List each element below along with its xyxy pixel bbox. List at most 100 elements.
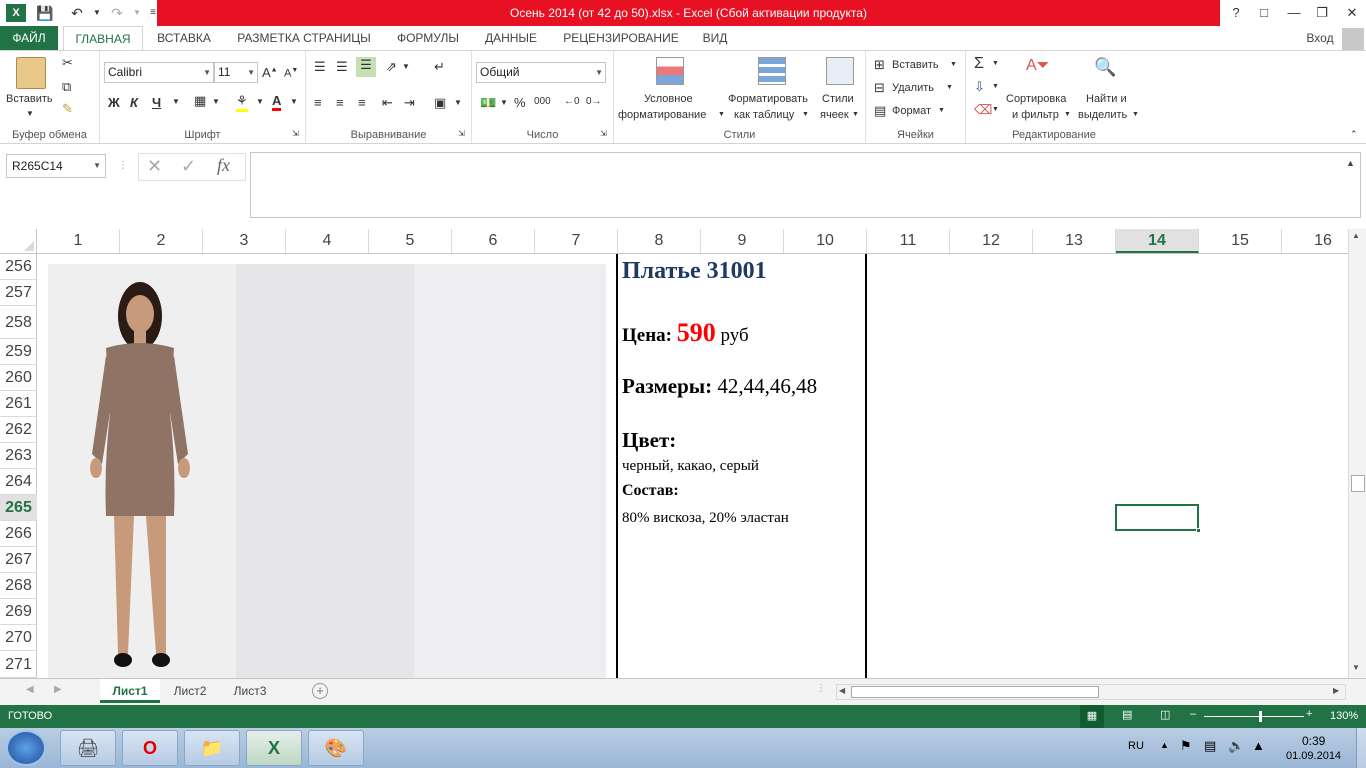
column-header-11[interactable]: 11 — [867, 229, 950, 253]
fill-dropdown-icon[interactable]: ▼ — [992, 83, 999, 90]
tray-expand-icon[interactable]: ▲ — [1160, 740, 1169, 750]
column-header-8[interactable]: 8 — [618, 229, 701, 253]
orientation-icon[interactable]: ⇗ — [386, 59, 397, 75]
fill-icon[interactable]: ⇩ — [974, 79, 985, 95]
zoom-out-icon[interactable]: – — [1190, 708, 1196, 720]
fill-color-dropdown-icon[interactable]: ▼ — [256, 97, 264, 106]
sheet-tab-1[interactable]: Лист1 — [100, 679, 160, 703]
sheet-next-icon[interactable]: ▶ — [54, 684, 62, 695]
find-select-label-2[interactable]: выделить — [1078, 109, 1127, 121]
undo-dropdown-icon[interactable]: ▼ — [86, 3, 108, 23]
wrap-text-icon[interactable]: ↵ — [434, 59, 445, 75]
orientation-dropdown-icon[interactable]: ▼ — [402, 62, 410, 71]
column-header-4[interactable]: 4 — [286, 229, 369, 253]
collapse-formula-bar-icon[interactable]: ▲ — [1346, 158, 1355, 168]
sheet-prev-icon[interactable]: ◀ — [26, 684, 34, 695]
font-size-select[interactable]: 11 ▼ — [214, 62, 258, 83]
row-header-269[interactable]: 269 — [0, 599, 37, 625]
sort-filter-dropdown-icon[interactable]: ▼ — [1064, 111, 1071, 118]
paste-dropdown-icon[interactable]: ▼ — [26, 109, 34, 118]
underline-button[interactable]: Ч — [152, 95, 161, 110]
row-header-258[interactable]: 258 — [0, 306, 37, 339]
sheet-tab-2[interactable]: Лист2 — [162, 679, 218, 703]
conditional-formatting-label-1[interactable]: Условное — [644, 93, 693, 105]
taskbar-paint-icon[interactable]: 🎨 — [308, 730, 364, 766]
page-layout-view-icon[interactable]: ▤ — [1122, 708, 1132, 721]
tray-flag-icon[interactable]: ⚑ — [1180, 738, 1192, 754]
borders-icon[interactable]: ▦ — [194, 93, 206, 109]
format-as-table-label-1[interactable]: Форматировать — [728, 93, 808, 105]
column-header-2[interactable]: 2 — [120, 229, 203, 253]
cell-styles-icon[interactable] — [826, 57, 854, 85]
italic-button[interactable]: К — [130, 95, 138, 110]
restore-icon[interactable]: ❐ — [1308, 0, 1336, 26]
language-indicator[interactable]: RU — [1128, 740, 1144, 752]
find-select-dropdown-icon[interactable]: ▼ — [1132, 111, 1139, 118]
format-as-table-label-2[interactable]: как таблицу — [734, 109, 794, 121]
tab-split-icon[interactable]: ⋮ — [816, 683, 826, 694]
conditional-formatting-icon[interactable] — [656, 57, 684, 85]
row-header-264[interactable]: 264 — [0, 469, 37, 495]
copy-icon[interactable]: ⧉ — [62, 79, 71, 95]
signin-link[interactable]: Вход — [1300, 26, 1340, 50]
find-select-label-1[interactable]: Найти и — [1086, 93, 1127, 105]
normal-view-icon[interactable]: ▦ — [1080, 705, 1104, 728]
row-header-268[interactable]: 268 — [0, 573, 37, 599]
paste-button[interactable]: Вставить — [6, 93, 53, 105]
autosum-dropdown-icon[interactable]: ▼ — [992, 60, 999, 67]
formula-input[interactable] — [250, 152, 1361, 218]
taskbar-opera-icon[interactable]: O — [122, 730, 178, 766]
autosum-icon[interactable]: Σ — [974, 55, 984, 73]
name-box[interactable]: R265C14 ▼ — [6, 154, 106, 178]
thousands-button[interactable]: 000 — [534, 96, 551, 107]
align-left-icon[interactable]: ≡ — [314, 95, 322, 110]
row-header-256[interactable]: 256 — [0, 254, 37, 280]
delete-dropdown-icon[interactable]: ▼ — [946, 84, 953, 91]
column-header-13[interactable]: 13 — [1033, 229, 1116, 253]
format-as-table-icon[interactable] — [758, 57, 786, 85]
help-button[interactable]: ? — [1222, 0, 1250, 26]
sheet-tab-3[interactable]: Лист3 — [222, 679, 278, 703]
tray-device-icon[interactable]: ▤ — [1204, 738, 1216, 754]
column-header-9[interactable]: 9 — [701, 229, 784, 253]
format-cells-icon[interactable]: ▤ — [874, 103, 886, 119]
row-header-271[interactable]: 271 — [0, 651, 37, 678]
row-header-266[interactable]: 266 — [0, 521, 37, 547]
taskbar-explorer-icon[interactable]: 📁 — [184, 730, 240, 766]
tray-volume-icon[interactable]: 🔈 — [1228, 738, 1244, 754]
formula-bar-handle-icon[interactable]: ⋮ — [118, 160, 128, 171]
tab-home[interactable]: ГЛАВНАЯ — [63, 26, 143, 50]
column-header-12[interactable]: 12 — [950, 229, 1033, 253]
row-header-261[interactable]: 261 — [0, 391, 37, 417]
underline-dropdown-icon[interactable]: ▼ — [172, 97, 180, 106]
column-header-15[interactable]: 15 — [1199, 229, 1282, 253]
sort-filter-label-2[interactable]: и фильтр — [1012, 109, 1059, 121]
font-name-select[interactable]: Calibri ▼ — [104, 62, 214, 83]
minimize-icon[interactable]: — — [1280, 0, 1308, 26]
tab-data[interactable]: ДАННЫЕ — [476, 26, 546, 50]
borders-dropdown-icon[interactable]: ▼ — [212, 97, 220, 106]
format-painter-icon[interactable]: ✎ — [62, 101, 73, 117]
column-header-3[interactable]: 3 — [203, 229, 286, 253]
fill-color-icon[interactable]: ⚘ — [236, 93, 248, 112]
vertical-scroll-thumb[interactable] — [1351, 475, 1365, 492]
alignment-dialog-launcher-icon[interactable]: ⇲ — [458, 129, 465, 138]
column-header-7[interactable]: 7 — [535, 229, 618, 253]
row-header-267[interactable]: 267 — [0, 547, 37, 573]
delete-cells-button[interactable]: Удалить — [892, 82, 934, 94]
avatar[interactable] — [1342, 28, 1364, 50]
align-top-icon[interactable]: ☰ — [314, 59, 326, 75]
redo-icon[interactable]: ↷ — [106, 3, 128, 23]
insert-dropdown-icon[interactable]: ▼ — [950, 61, 957, 68]
align-right-icon[interactable]: ≡ — [358, 95, 366, 110]
increase-decimal-icon[interactable]: ←0 — [564, 96, 580, 107]
clear-icon[interactable]: ⌫ — [974, 102, 992, 118]
insert-function-button[interactable]: fx — [217, 155, 230, 176]
show-desktop-button[interactable] — [1356, 728, 1366, 768]
confirm-entry-icon[interactable]: ✓ — [181, 156, 196, 177]
currency-icon[interactable]: 💵 — [480, 95, 496, 111]
increase-indent-icon[interactable]: ⇥ — [404, 95, 415, 111]
column-header-14[interactable]: 14 — [1116, 229, 1199, 253]
zoom-slider[interactable] — [1204, 711, 1304, 722]
align-center-icon[interactable]: ≡ — [336, 95, 344, 110]
